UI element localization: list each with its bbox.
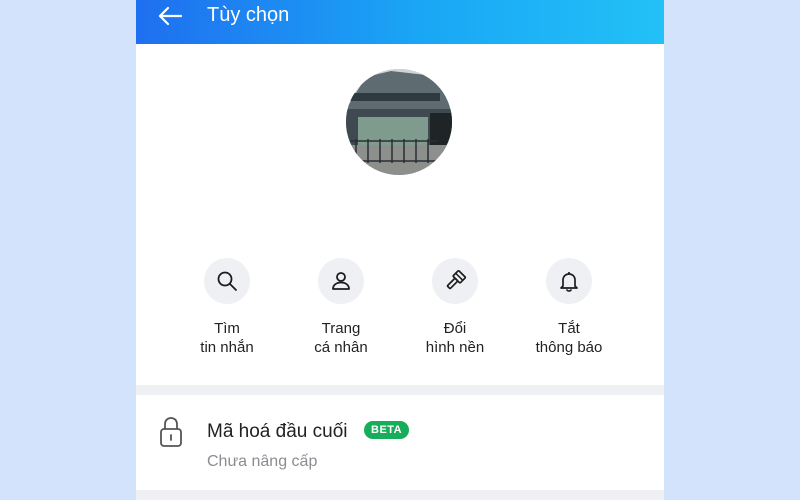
mute-notifications-button[interactable]: Tắt thông báo — [514, 258, 624, 357]
label-line-1: Đổi — [443, 320, 467, 337]
person-icon — [332, 272, 350, 290]
options-screen: Tùy chọn Tìm tin nhắn Trang cá nhân Đổi … — [136, 0, 664, 500]
encryption-status: Chưa nâng cấp — [207, 453, 318, 470]
mute-notifications-label: Tắt thông báo — [514, 319, 624, 357]
bell-icon-circle — [546, 258, 592, 304]
back-button[interactable] — [154, 2, 186, 30]
section-divider-bottom — [136, 490, 664, 500]
search-messages-button[interactable]: Tìm tin nhắn — [172, 258, 282, 357]
quick-actions: Tìm tin nhắn Trang cá nhân Đổi hình nền … — [136, 258, 664, 368]
encryption-title: Mã hoá đầu cuối — [207, 421, 348, 442]
header-bar: Tùy chọn — [136, 0, 664, 44]
end-to-end-encryption-item[interactable]: Mã hoá đầu cuối BETA Chưa nâng cấp — [136, 395, 664, 490]
label-line-2: hình nền — [425, 339, 485, 356]
paintbrush-icon-circle — [432, 258, 478, 304]
profile-page-label: Trang cá nhân — [286, 319, 396, 357]
label-line-2: tin nhắn — [200, 339, 254, 356]
search-messages-label: Tìm tin nhắn — [172, 319, 282, 357]
bell-icon — [560, 272, 578, 292]
group-avatar[interactable] — [346, 69, 452, 175]
change-wallpaper-label: Đổi hình nền — [400, 319, 510, 357]
person-icon-circle — [318, 258, 364, 304]
lock-icon — [160, 417, 182, 447]
profile-page-button[interactable]: Trang cá nhân — [286, 258, 396, 357]
change-wallpaper-button[interactable]: Đổi hình nền — [400, 258, 510, 357]
label-line-1: Tìm — [214, 320, 240, 337]
section-divider — [136, 385, 664, 395]
search-icon-circle — [204, 258, 250, 304]
search-icon — [217, 271, 237, 291]
arrow-left-icon — [158, 6, 183, 26]
label-line-1: Trang — [321, 320, 361, 337]
avatar-image — [346, 69, 452, 175]
paintbrush-icon — [446, 269, 467, 290]
label-line-1: Tắt — [558, 320, 580, 337]
label-line-2: thông báo — [535, 339, 603, 356]
page-title: Tùy chọn — [207, 4, 290, 26]
beta-badge: BETA — [364, 421, 410, 439]
label-line-2: cá nhân — [314, 339, 368, 356]
